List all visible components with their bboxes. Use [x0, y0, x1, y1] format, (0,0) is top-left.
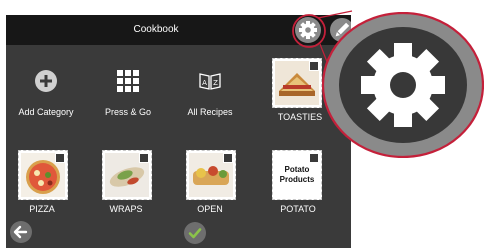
- zoomed-gear-callout: [322, 12, 484, 158]
